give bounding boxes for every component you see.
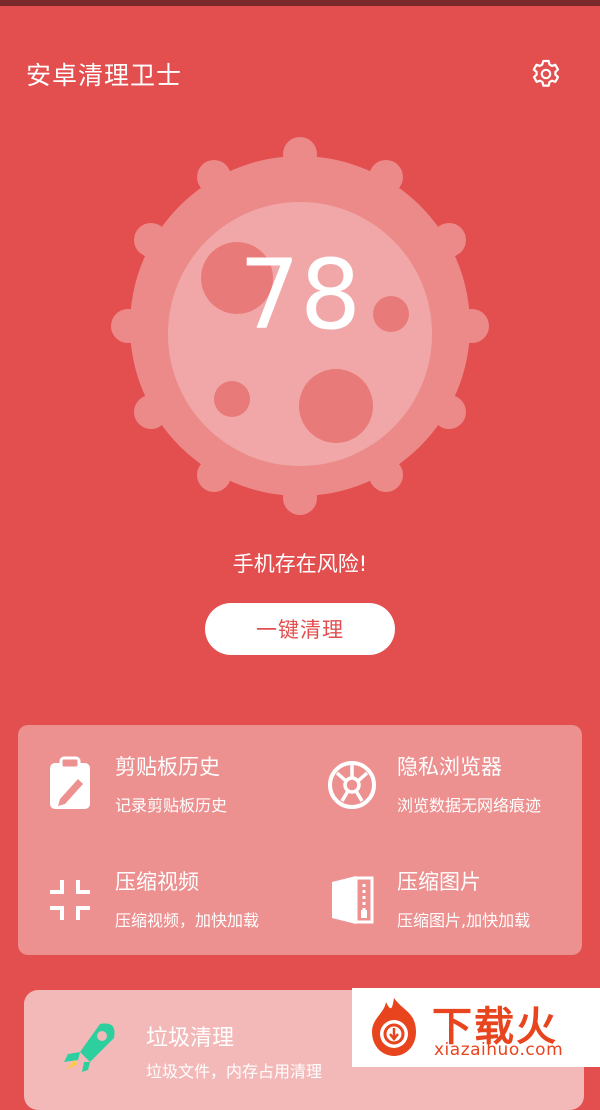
compress-icon [50,880,90,920]
tool-title: 压缩图片 [397,870,481,894]
one-click-clean-button[interactable]: 一键清理 [205,603,395,655]
rocket-icon [64,1023,115,1072]
junk-clean-subtitle: 垃圾文件，内存占用清理 [146,1062,323,1081]
junk-clean-title: 垃圾清理 [146,1026,235,1051]
status-bar [0,0,600,6]
tool-title: 剪贴板历史 [115,755,220,779]
tool-clipboard-history[interactable]: 剪贴板历史 记录剪贴板历史 [18,725,288,825]
app-title: 安卓清理卫士 [26,61,183,90]
tool-subtitle: 记录剪贴板历史 [115,796,228,815]
watermark: 下载火 xiazaihuo.com [352,988,600,1067]
tool-subtitle: 压缩视频，加快加载 [115,911,260,930]
score-value: 78 [238,239,362,351]
clipboard-icon [50,756,90,809]
browser-icon [328,761,376,809]
tool-private-browser[interactable]: 隐私浏览器 浏览数据无网络痕迹 [300,725,570,825]
gear-icon[interactable] [530,58,562,90]
tools-card: 剪贴板历史 记录剪贴板历史 隐私浏览器 浏览数据无网络痕迹 压缩视频 压缩视频，… [18,725,582,955]
tool-compress-video[interactable]: 压缩视频 压缩视频，加快加载 [18,840,288,940]
risk-status: 手机存在风险! [232,552,368,576]
image-zip-icon [332,876,374,924]
tool-compress-image[interactable]: 压缩图片 压缩图片,加快加载 [300,840,570,940]
fire-logo-icon [372,998,416,1056]
tool-title: 隐私浏览器 [397,755,502,779]
watermark-domain: xiazaihuo.com [434,1040,564,1060]
tool-subtitle: 浏览数据无网络痕迹 [397,796,542,815]
tool-subtitle: 压缩图片,加快加载 [397,911,531,930]
tool-title: 压缩视频 [115,870,199,894]
